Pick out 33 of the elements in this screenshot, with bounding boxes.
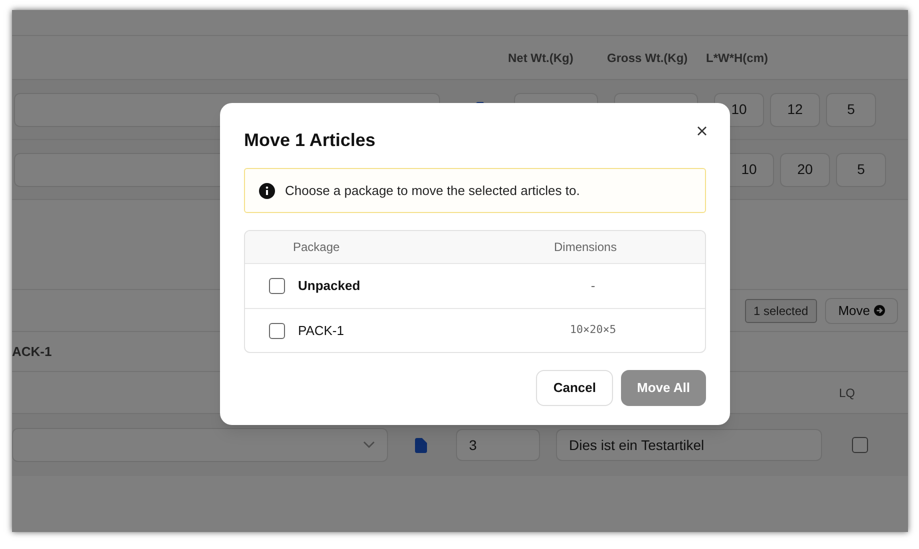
selection-count: 1 selected (744, 298, 818, 322)
package-title: ACK-1 (12, 342, 52, 361)
package-row[interactable]: Unpacked - (245, 264, 705, 308)
info-icon (259, 182, 275, 198)
column-header: Net Wt.(Kg) (508, 50, 574, 66)
column-header: L*W*H(cm) (706, 50, 768, 66)
close-icon[interactable] (697, 126, 707, 136)
dimensions-cell-text: 10×20×5 (568, 322, 618, 338)
select-field[interactable] (12, 428, 388, 462)
quantity-field[interactable]: 3 (456, 429, 540, 461)
notice-text: Choose a package to move the selected articles to. (285, 182, 580, 200)
dimension-field[interactable]: 5 (826, 92, 876, 126)
column-header: LQ (839, 384, 856, 402)
dimension-field[interactable]: 20 (780, 152, 830, 186)
package-name: Unpacked (298, 277, 362, 296)
description-field[interactable]: Dies ist ein Testartikel (556, 429, 822, 461)
row-checkbox[interactable] (269, 322, 285, 338)
move-button[interactable]: Move (825, 298, 898, 324)
column-header: Dimensions (554, 239, 617, 256)
row-checkbox[interactable] (269, 278, 285, 294)
dialog-title: Move 1 Articles (244, 129, 376, 152)
chevron-down-icon (363, 441, 375, 449)
dimension-field[interactable]: 5 (836, 152, 886, 186)
column-header: Gross Wt.(Kg) (607, 50, 689, 66)
cancel-button[interactable]: Cancel (536, 370, 614, 406)
document-icon[interactable] (415, 438, 427, 452)
column-header: Package (293, 239, 341, 256)
dimensions-cell-text: - (590, 277, 596, 296)
package-row[interactable]: PACK-1 10×20×5 (245, 308, 705, 352)
dimension-field[interactable]: 12 (770, 92, 820, 126)
arrow-circle-icon (874, 305, 885, 316)
lq-checkbox[interactable] (852, 437, 868, 453)
package-name: PACK-1 (298, 322, 345, 340)
